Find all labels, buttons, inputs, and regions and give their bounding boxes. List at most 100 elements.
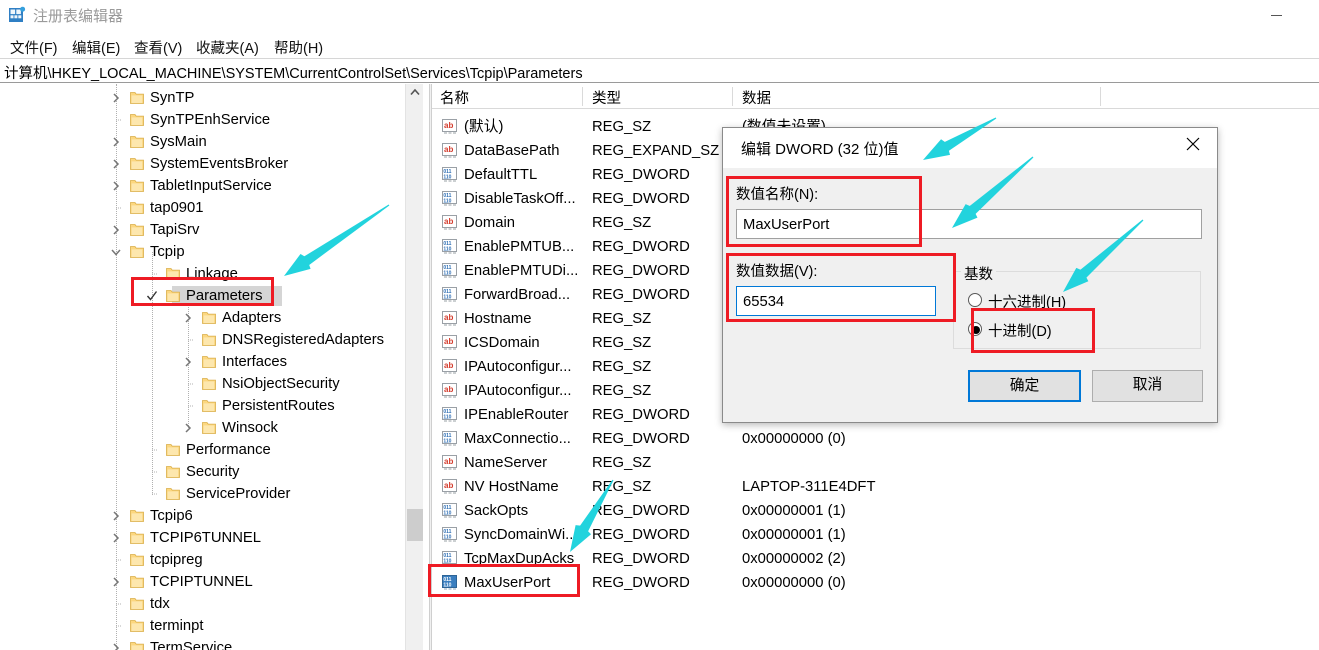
chevron-right-icon[interactable] — [110, 180, 122, 192]
tree-item-performance[interactable]: Performance — [0, 439, 405, 461]
chevron-right-icon[interactable] — [110, 510, 122, 522]
menu-item-1[interactable]: 编辑(E) — [68, 35, 124, 60]
tree-scrollbar[interactable] — [405, 84, 423, 650]
value-type-cell: REG_SZ — [592, 455, 652, 471]
tree-item-sysmain[interactable]: SysMain — [0, 131, 405, 153]
table-row[interactable]: 011 110 SyncDomainWi... REG_DWORD 0x00000001… — [432, 523, 1319, 547]
tree-item-label: SynTPEnhService — [150, 112, 271, 128]
value-name-input[interactable] — [736, 209, 1202, 239]
tree-item-tapisrv[interactable]: TapiSrv — [0, 219, 405, 241]
folder-icon — [166, 442, 180, 457]
tree-item-tdx[interactable]: tdx — [0, 593, 405, 615]
menu-item-4[interactable]: 帮助(H) — [270, 35, 327, 60]
tree-item-adapters[interactable]: Adapters — [0, 307, 405, 329]
tree-item-nsiobjectsecurity[interactable]: NsiObjectSecurity — [0, 373, 405, 395]
column-divider-2[interactable] — [1100, 87, 1101, 106]
menu-item-3[interactable]: 收藏夹(A) — [192, 35, 263, 60]
tree-item-serviceprovider[interactable]: ServiceProvider — [0, 483, 405, 505]
tree-item-interfaces[interactable]: Interfaces — [0, 351, 405, 373]
value-name-cell: MaxConnectio... — [464, 431, 571, 447]
chevron-right-icon[interactable] — [110, 224, 122, 236]
close-icon[interactable] — [1171, 128, 1217, 159]
tree-leaf-connector — [182, 329, 194, 351]
chevron-right-icon[interactable] — [110, 92, 122, 104]
column-divider-1[interactable] — [732, 87, 733, 106]
column-header-1[interactable]: 类型 — [592, 87, 621, 108]
tree-item-label: TCPIPTUNNEL — [150, 574, 253, 590]
tree-item-terminpt[interactable]: terminpt — [0, 615, 405, 637]
column-divider-0[interactable] — [582, 87, 583, 106]
minimize-button[interactable] — [1258, 0, 1304, 30]
svg-text:110: 110 — [443, 294, 451, 300]
tree-item-tcpipreg[interactable]: tcpipreg — [0, 549, 405, 571]
table-row[interactable]: ab NameServer REG_SZ — [432, 451, 1319, 475]
chevron-right-icon[interactable] — [182, 356, 194, 368]
cancel-button[interactable]: 取消 — [1092, 370, 1203, 402]
value-name-cell: ForwardBroad... — [464, 287, 571, 303]
chevron-right-icon[interactable] — [110, 532, 122, 544]
svg-text:110: 110 — [443, 246, 451, 252]
string-value-icon: ab — [442, 119, 459, 135]
table-row[interactable]: 011 110 MaxConnectio... REG_DWORD 0x00000000… — [432, 427, 1319, 451]
value-data-cell: LAPTOP-311E4DFT — [742, 479, 876, 495]
value-type-cell: REG_DWORD — [592, 503, 690, 519]
chevron-right-icon[interactable] — [110, 576, 122, 588]
value-type-cell: REG_DWORD — [592, 551, 690, 567]
chevron-right-icon[interactable] — [182, 312, 194, 324]
tree-item-label: PersistentRoutes — [222, 398, 335, 414]
tree-item-systemeventsbroker[interactable]: SystemEventsBroker — [0, 153, 405, 175]
column-header-0[interactable]: 名称 — [440, 87, 469, 108]
tree-item-tcpip6[interactable]: Tcpip6 — [0, 505, 405, 527]
dword-value-icon: 011 110 — [442, 503, 459, 519]
tree-item-termservice[interactable]: TermService — [0, 637, 405, 650]
value-data-input[interactable] — [736, 286, 936, 316]
tree-item-syntpenhservice[interactable]: SynTPEnhService — [0, 109, 405, 131]
tree-item-dnsregisteredadapters[interactable]: DNSRegisteredAdapters — [0, 329, 405, 351]
tree-item-tabletinputservice[interactable]: TabletInputService — [0, 175, 405, 197]
column-header-2[interactable]: 数据 — [742, 87, 771, 108]
tree-item-persistentroutes[interactable]: PersistentRoutes — [0, 395, 405, 417]
table-row[interactable]: 011 110 MaxUserPort REG_DWORD 0x00000000 (0) — [432, 571, 1319, 595]
menu-item-0[interactable]: 文件(F) — [6, 35, 62, 60]
value-type-cell: REG_SZ — [592, 215, 652, 231]
svg-text:ab: ab — [444, 457, 453, 466]
chevron-right-icon[interactable] — [110, 158, 122, 170]
base-group-label: 基数 — [961, 263, 996, 284]
scroll-up-arrow-icon[interactable] — [406, 84, 424, 101]
tree-item-parameters[interactable]: Parameters — [0, 285, 405, 307]
chevron-right-icon[interactable] — [110, 642, 122, 650]
table-row[interactable]: 011 110 SackOpts REG_DWORD 0x00000001 (1) — [432, 499, 1319, 523]
tree-item-label: Linkage — [186, 266, 238, 282]
chevron-right-icon[interactable] — [110, 136, 122, 148]
tree-scrollbar-thumb[interactable] — [407, 509, 423, 541]
menu-item-2[interactable]: 查看(V) — [130, 35, 186, 60]
tree-item-label: SynTP — [150, 90, 195, 106]
folder-icon — [166, 288, 180, 303]
tree-item-security[interactable]: Security — [0, 461, 405, 483]
radio-decimal-mark — [968, 322, 982, 336]
chevron-down-icon[interactable] — [110, 246, 122, 258]
tree-item-tcpip6tunnel[interactable]: TCPIP6TUNNEL — [0, 527, 405, 549]
tree-item-winsock[interactable]: Winsock — [0, 417, 405, 439]
dialog-title-bar: 编辑 DWORD (32 位)值 — [723, 128, 1217, 168]
table-row[interactable]: ab NV HostName REG_SZ LAPTOP-311E4DFT — [432, 475, 1319, 499]
tree-item-linkage[interactable]: Linkage — [0, 263, 405, 285]
folder-icon — [130, 552, 144, 567]
tree-item-label: TapiSrv — [150, 222, 200, 238]
address-bar[interactable]: 计算机\HKEY_LOCAL_MACHINE\SYSTEM\CurrentCon… — [0, 58, 1319, 83]
chevron-right-icon[interactable] — [182, 422, 194, 434]
table-row[interactable]: 011 110 TcpMaxDupAcks REG_DWORD 0x00000002 (… — [432, 547, 1319, 571]
tree-item-label: Winsock — [222, 420, 278, 436]
tree-item-tcpip[interactable]: Tcpip — [0, 241, 405, 263]
check-icon[interactable] — [146, 290, 158, 302]
tree-leaf-connector — [146, 263, 158, 285]
value-name-cell: MaxUserPort — [464, 575, 551, 591]
value-data-cell: 0x00000002 (2) — [742, 551, 846, 567]
tree-item-syntp[interactable]: SynTP — [0, 87, 405, 109]
tree-item-tcpiptunnel[interactable]: TCPIPTUNNEL — [0, 571, 405, 593]
ok-button[interactable]: 确定 — [968, 370, 1081, 402]
value-name-cell: SackOpts — [464, 503, 529, 519]
tree-leaf-connector — [146, 483, 158, 505]
svg-text:110: 110 — [443, 414, 451, 420]
tree-item-tap0901[interactable]: tap0901 — [0, 197, 405, 219]
